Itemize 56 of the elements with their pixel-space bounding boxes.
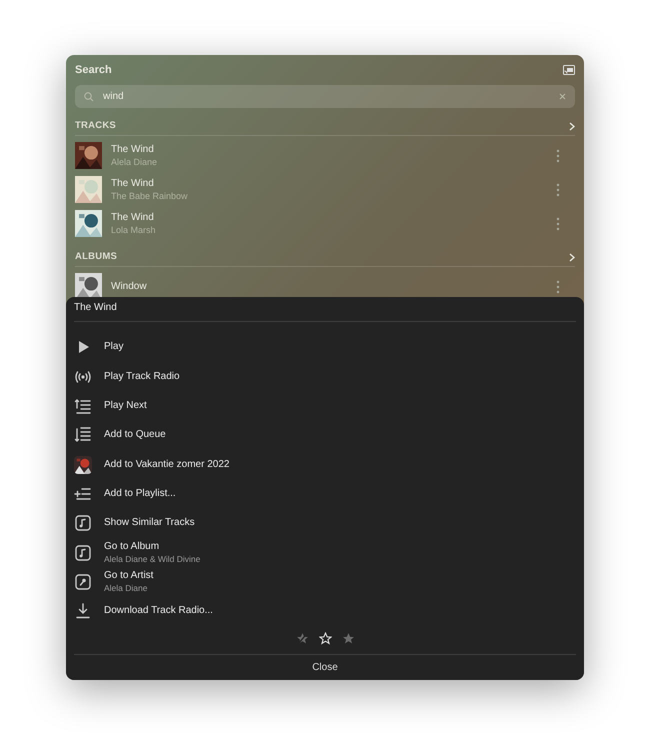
more-icon[interactable] — [556, 182, 560, 196]
menu-label: Add to Playlist... — [104, 488, 176, 500]
search-text: wind — [103, 90, 125, 104]
list-icon — [74, 397, 92, 416]
dislike-star-icon[interactable] — [296, 632, 308, 645]
menu-item[interactable]: Play Track Radio — [74, 362, 576, 392]
music-note-icon — [74, 514, 92, 532]
menu-label: Go to Album — [104, 540, 160, 552]
microphone-icon — [74, 572, 92, 591]
search-icon — [84, 92, 94, 102]
section-heading: TRACKS — [75, 118, 116, 133]
menu-item[interactable]: Play — [74, 332, 576, 362]
menu-label: Go to Artist — [104, 570, 154, 582]
track-row[interactable]: The Wind The Babe Rainbow — [75, 176, 575, 203]
menu-label: Show Similar Tracks — [104, 517, 195, 530]
section-heading: ALBUMS — [75, 250, 118, 264]
track-artist: Alela Diane — [111, 156, 158, 168]
music-note-icon — [74, 544, 92, 562]
track-title: The Wind — [111, 212, 155, 224]
more-icon[interactable] — [556, 280, 560, 294]
close-button[interactable]: Close — [312, 660, 338, 676]
window-title: Search — [75, 62, 112, 78]
menu-subtitle: Alela Diane & Wild Divine — [104, 552, 200, 564]
more-icon[interactable] — [556, 148, 560, 162]
menu-label: Play — [104, 341, 124, 354]
menu-subtitle: Alela Diane — [104, 582, 148, 594]
track-title: The Wind — [111, 178, 155, 190]
menu-item[interactable]: Go to Artist Alela Diane — [74, 567, 576, 596]
menu-label: Play Next — [104, 400, 147, 412]
track-row[interactable]: The Wind Alela Diane — [75, 142, 575, 169]
sheet-title: The Wind — [74, 300, 117, 315]
menu-label: Add to Queue — [104, 429, 166, 442]
more-icon[interactable] — [556, 216, 560, 230]
track-title: Window — [111, 280, 148, 292]
list-icon — [74, 426, 92, 444]
menu-item[interactable]: Go to Album Alela Diane & Wild Divine — [74, 538, 576, 568]
download-icon — [74, 602, 92, 620]
track-artist: Lola Marsh — [111, 224, 157, 236]
menu-item[interactable]: Add to Vakantie zomer 2022 — [74, 450, 576, 480]
menu-item[interactable]: Add to Playlist... — [74, 479, 576, 509]
track-row[interactable]: The Wind Lola Marsh — [75, 210, 575, 237]
clear-icon[interactable] — [559, 93, 566, 100]
menu-item[interactable]: Play Next — [74, 391, 576, 421]
track-artist: The Babe Rainbow — [111, 190, 189, 202]
menu-item[interactable]: Download Track Radio... — [74, 596, 576, 626]
star-icon[interactable] — [342, 632, 354, 645]
chevron-right-icon[interactable] — [569, 122, 575, 130]
menu-label: Download Track Radio... — [104, 605, 213, 618]
star-outline-icon[interactable] — [318, 632, 332, 645]
cast-icon[interactable] — [563, 65, 575, 75]
menu-label: Add to Vakantie zomer 2022 — [104, 458, 230, 471]
menu-label: Play Track Radio — [104, 370, 180, 383]
menu-item[interactable]: Add to Queue — [74, 420, 576, 450]
menu-item[interactable]: Show Similar Tracks — [74, 508, 576, 538]
track-title: The Wind — [111, 144, 155, 156]
chevron-right-icon[interactable] — [569, 252, 575, 262]
